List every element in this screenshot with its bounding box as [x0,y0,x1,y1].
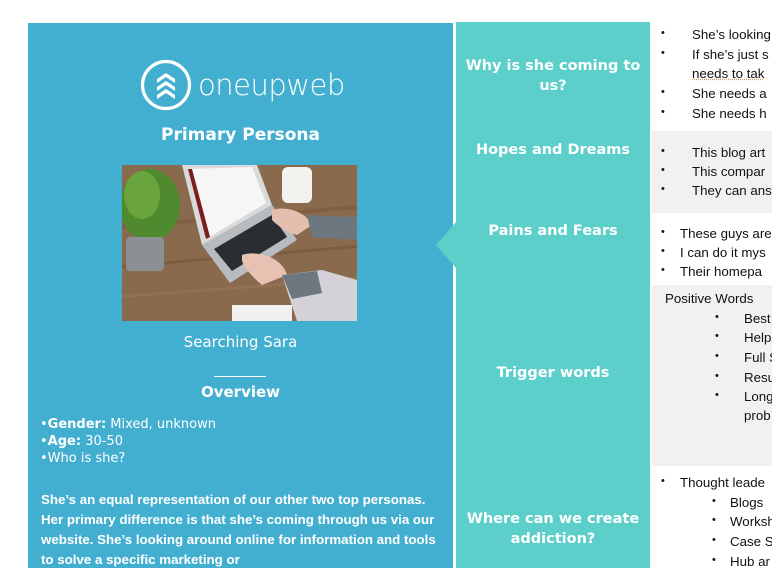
persona-title: Primary Persona [161,125,320,145]
list-item: prob [744,408,771,423]
bullet: • [661,475,665,487]
list-item: Hub ar [730,554,770,568]
list-item: These guys are [680,226,772,241]
list-item: She needs a [692,86,767,101]
list-item: This compar [692,164,766,179]
label-why-coming: Why is she coming to us? [465,58,641,94]
bullet: • [661,47,665,59]
label-trigger-words: Trigger words [496,365,610,381]
content-hopes-dreams: • This blog art • This compar • They can… [652,131,772,213]
label-pains-fears: Pains and Fears [488,223,618,239]
bullet: • [715,350,719,362]
bullet: • [661,27,665,39]
bullet: • [715,311,719,323]
bullet: • [40,434,48,449]
list-item: If she’s just s [692,47,769,62]
section-labels-column: Why is she coming to us? Hopes and Dream… [456,22,650,568]
bullet: • [661,106,665,118]
pointer-arrow [436,222,456,268]
list-item: Help [744,330,772,345]
list-item: Their homepa [680,264,763,279]
bullet: • [661,145,665,157]
bullet: • [661,264,665,276]
section-content-column: • She’s looking • If she’s just s needs … [651,22,772,568]
bullet: • [661,245,665,257]
brand-name: oneupweb [198,68,345,102]
bullet: • [715,389,719,401]
subheading-positive-words: Positive Words [665,291,754,306]
persona-facts: •Gender: Mixed, unknown •Age: 30-50 •Who… [40,416,216,467]
fact-age: •Age: 30-50 [40,433,216,450]
bullet: • [715,370,719,382]
fact-gender: •Gender: Mixed, unknown [40,416,216,433]
bullet: • [715,330,719,342]
bullet: • [40,417,48,432]
persona-description: She’s an equal representation of our oth… [41,492,436,567]
fact-value: Mixed, unknown [106,417,216,432]
list-item: Full S [744,350,772,365]
stacked-chevrons-up-icon [140,59,192,111]
list-item: She’s looking [692,27,771,42]
bullet: • [661,164,665,176]
label-addiction: Where can we create addiction? [466,511,640,547]
content-trigger-words: Positive Words • Best • Help • Full S • … [652,285,772,466]
divider [214,376,266,377]
list-item: I can do it mys [680,245,766,260]
persona-photo [122,165,357,321]
list-item: Long [744,389,772,404]
list-item: Worksh [730,514,772,529]
fact-label: Gender: [47,417,107,432]
label-hopes-dreams: Hopes and Dreams [475,142,631,158]
list-item: She needs h [692,106,767,121]
list-item: They can ans [692,183,772,198]
bullet: • [661,183,665,195]
bullet: • [712,534,716,546]
content-pains-fears: • These guys are • I can do it mys • The… [652,213,772,285]
bullet: • [712,514,716,526]
bullet: • [40,451,48,466]
fact-who: •Who is she? [40,450,216,467]
fact-label: Age: [47,434,82,449]
overview-heading: Overview [200,383,281,401]
list-item: Case St [730,534,772,549]
list-item: Best [744,311,771,326]
bullet: • [661,86,665,98]
bullet: • [661,226,665,238]
bullet: • [712,554,716,566]
persona-panel: oneupweb Primary Persona Searching Sara [28,23,453,568]
fact-value: 30-50 [81,434,123,449]
content-why-coming: • She’s looking • If she’s just s needs … [652,22,772,131]
persona-name: Searching Sara [183,333,298,351]
list-item: needs to tak [692,66,765,81]
list-item: This blog art [692,145,766,160]
list-item: Resu [744,370,772,385]
fact-value: Who is she? [47,451,126,466]
list-item: Blogs [730,495,764,510]
content-addiction: • Thought leade • Blogs • Worksh • Case … [652,466,772,568]
laptop-photo-image [122,165,357,321]
brand-logo: oneupweb [140,59,345,111]
bullet: • [712,495,716,507]
list-item: Thought leade [680,475,766,490]
